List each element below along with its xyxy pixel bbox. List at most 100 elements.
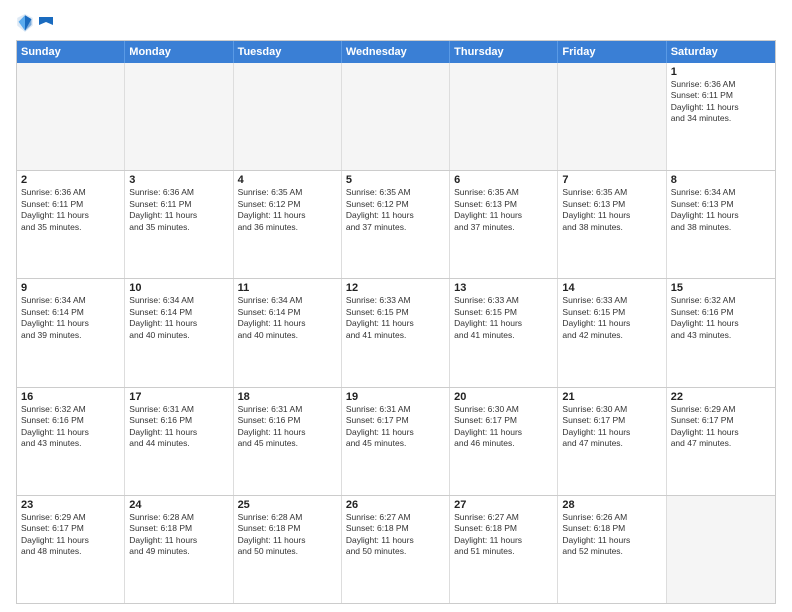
day-number: 3	[129, 174, 228, 186]
calendar-cell-w1-d1	[17, 63, 125, 170]
logo-text	[38, 17, 54, 29]
calendar-cell-w5-d5: 27Sunrise: 6:27 AM Sunset: 6:18 PM Dayli…	[450, 496, 558, 603]
calendar-cell-w3-d7: 15Sunrise: 6:32 AM Sunset: 6:16 PM Dayli…	[667, 279, 775, 386]
calendar-cell-w3-d6: 14Sunrise: 6:33 AM Sunset: 6:15 PM Dayli…	[558, 279, 666, 386]
day-number: 8	[671, 174, 771, 186]
day-info: Sunrise: 6:31 AM Sunset: 6:17 PM Dayligh…	[346, 404, 445, 450]
calendar-cell-w1-d6	[558, 63, 666, 170]
day-info: Sunrise: 6:28 AM Sunset: 6:18 PM Dayligh…	[129, 512, 228, 558]
calendar-cell-w5-d2: 24Sunrise: 6:28 AM Sunset: 6:18 PM Dayli…	[125, 496, 233, 603]
calendar-cell-w3-d4: 12Sunrise: 6:33 AM Sunset: 6:15 PM Dayli…	[342, 279, 450, 386]
day-info: Sunrise: 6:27 AM Sunset: 6:18 PM Dayligh…	[454, 512, 553, 558]
calendar-cell-w1-d7: 1Sunrise: 6:36 AM Sunset: 6:11 PM Daylig…	[667, 63, 775, 170]
day-info: Sunrise: 6:31 AM Sunset: 6:16 PM Dayligh…	[129, 404, 228, 450]
day-number: 24	[129, 499, 228, 511]
header-day-saturday: Saturday	[667, 41, 775, 63]
day-number: 12	[346, 282, 445, 294]
calendar-cell-w4-d7: 22Sunrise: 6:29 AM Sunset: 6:17 PM Dayli…	[667, 388, 775, 495]
day-number: 25	[238, 499, 337, 511]
day-info: Sunrise: 6:30 AM Sunset: 6:17 PM Dayligh…	[562, 404, 661, 450]
day-info: Sunrise: 6:30 AM Sunset: 6:17 PM Dayligh…	[454, 404, 553, 450]
day-number: 20	[454, 391, 553, 403]
header-day-thursday: Thursday	[450, 41, 558, 63]
day-info: Sunrise: 6:35 AM Sunset: 6:12 PM Dayligh…	[346, 187, 445, 233]
calendar-body: 1Sunrise: 6:36 AM Sunset: 6:11 PM Daylig…	[17, 63, 775, 603]
day-number: 13	[454, 282, 553, 294]
calendar-cell-w5-d4: 26Sunrise: 6:27 AM Sunset: 6:18 PM Dayli…	[342, 496, 450, 603]
day-info: Sunrise: 6:32 AM Sunset: 6:16 PM Dayligh…	[21, 404, 120, 450]
day-info: Sunrise: 6:31 AM Sunset: 6:16 PM Dayligh…	[238, 404, 337, 450]
day-number: 27	[454, 499, 553, 511]
day-number: 11	[238, 282, 337, 294]
calendar-cell-w4-d3: 18Sunrise: 6:31 AM Sunset: 6:16 PM Dayli…	[234, 388, 342, 495]
day-number: 14	[562, 282, 661, 294]
calendar-cell-w2-d3: 4Sunrise: 6:35 AM Sunset: 6:12 PM Daylig…	[234, 171, 342, 278]
calendar-cell-w4-d1: 16Sunrise: 6:32 AM Sunset: 6:16 PM Dayli…	[17, 388, 125, 495]
calendar-cell-w2-d4: 5Sunrise: 6:35 AM Sunset: 6:12 PM Daylig…	[342, 171, 450, 278]
calendar-cell-w1-d3	[234, 63, 342, 170]
day-number: 5	[346, 174, 445, 186]
day-number: 18	[238, 391, 337, 403]
calendar-cell-w2-d7: 8Sunrise: 6:34 AM Sunset: 6:13 PM Daylig…	[667, 171, 775, 278]
calendar-cell-w4-d4: 19Sunrise: 6:31 AM Sunset: 6:17 PM Dayli…	[342, 388, 450, 495]
calendar: SundayMondayTuesdayWednesdayThursdayFrid…	[16, 40, 776, 604]
calendar-cell-w5-d6: 28Sunrise: 6:26 AM Sunset: 6:18 PM Dayli…	[558, 496, 666, 603]
day-info: Sunrise: 6:34 AM Sunset: 6:13 PM Dayligh…	[671, 187, 771, 233]
calendar-cell-w4-d2: 17Sunrise: 6:31 AM Sunset: 6:16 PM Dayli…	[125, 388, 233, 495]
day-number: 10	[129, 282, 228, 294]
day-number: 4	[238, 174, 337, 186]
day-info: Sunrise: 6:34 AM Sunset: 6:14 PM Dayligh…	[129, 295, 228, 341]
calendar-cell-w1-d5	[450, 63, 558, 170]
day-number: 22	[671, 391, 771, 403]
day-info: Sunrise: 6:33 AM Sunset: 6:15 PM Dayligh…	[562, 295, 661, 341]
calendar-week-4: 16Sunrise: 6:32 AM Sunset: 6:16 PM Dayli…	[17, 388, 775, 496]
calendar-cell-w1-d4	[342, 63, 450, 170]
day-number: 15	[671, 282, 771, 294]
day-number: 9	[21, 282, 120, 294]
calendar-cell-w3-d2: 10Sunrise: 6:34 AM Sunset: 6:14 PM Dayli…	[125, 279, 233, 386]
day-number: 6	[454, 174, 553, 186]
day-info: Sunrise: 6:36 AM Sunset: 6:11 PM Dayligh…	[671, 79, 771, 125]
calendar-cell-w3-d3: 11Sunrise: 6:34 AM Sunset: 6:14 PM Dayli…	[234, 279, 342, 386]
day-info: Sunrise: 6:33 AM Sunset: 6:15 PM Dayligh…	[346, 295, 445, 341]
calendar-cell-w3-d1: 9Sunrise: 6:34 AM Sunset: 6:14 PM Daylig…	[17, 279, 125, 386]
day-info: Sunrise: 6:35 AM Sunset: 6:13 PM Dayligh…	[562, 187, 661, 233]
day-info: Sunrise: 6:35 AM Sunset: 6:13 PM Dayligh…	[454, 187, 553, 233]
day-number: 19	[346, 391, 445, 403]
logo	[16, 12, 54, 34]
calendar-cell-w5-d1: 23Sunrise: 6:29 AM Sunset: 6:17 PM Dayli…	[17, 496, 125, 603]
day-info: Sunrise: 6:26 AM Sunset: 6:18 PM Dayligh…	[562, 512, 661, 558]
day-info: Sunrise: 6:34 AM Sunset: 6:14 PM Dayligh…	[21, 295, 120, 341]
header-day-wednesday: Wednesday	[342, 41, 450, 63]
calendar-cell-w2-d5: 6Sunrise: 6:35 AM Sunset: 6:13 PM Daylig…	[450, 171, 558, 278]
header	[16, 12, 776, 34]
day-info: Sunrise: 6:29 AM Sunset: 6:17 PM Dayligh…	[21, 512, 120, 558]
day-info: Sunrise: 6:29 AM Sunset: 6:17 PM Dayligh…	[671, 404, 771, 450]
header-day-friday: Friday	[558, 41, 666, 63]
day-number: 1	[671, 66, 771, 78]
calendar-cell-w4-d6: 21Sunrise: 6:30 AM Sunset: 6:17 PM Dayli…	[558, 388, 666, 495]
calendar-week-3: 9Sunrise: 6:34 AM Sunset: 6:14 PM Daylig…	[17, 279, 775, 387]
header-day-monday: Monday	[125, 41, 233, 63]
day-info: Sunrise: 6:36 AM Sunset: 6:11 PM Dayligh…	[129, 187, 228, 233]
day-number: 23	[21, 499, 120, 511]
calendar-cell-w5-d7	[667, 496, 775, 603]
day-info: Sunrise: 6:36 AM Sunset: 6:11 PM Dayligh…	[21, 187, 120, 233]
header-day-tuesday: Tuesday	[234, 41, 342, 63]
day-number: 26	[346, 499, 445, 511]
calendar-cell-w5-d3: 25Sunrise: 6:28 AM Sunset: 6:18 PM Dayli…	[234, 496, 342, 603]
day-info: Sunrise: 6:34 AM Sunset: 6:14 PM Dayligh…	[238, 295, 337, 341]
calendar-cell-w2-d2: 3Sunrise: 6:36 AM Sunset: 6:11 PM Daylig…	[125, 171, 233, 278]
calendar-week-1: 1Sunrise: 6:36 AM Sunset: 6:11 PM Daylig…	[17, 63, 775, 171]
calendar-cell-w4-d5: 20Sunrise: 6:30 AM Sunset: 6:17 PM Dayli…	[450, 388, 558, 495]
logo-flag-icon	[39, 17, 53, 29]
page: SundayMondayTuesdayWednesdayThursdayFrid…	[0, 0, 792, 612]
day-number: 21	[562, 391, 661, 403]
day-info: Sunrise: 6:27 AM Sunset: 6:18 PM Dayligh…	[346, 512, 445, 558]
day-number: 17	[129, 391, 228, 403]
calendar-cell-w1-d2	[125, 63, 233, 170]
calendar-header-row: SundayMondayTuesdayWednesdayThursdayFrid…	[17, 41, 775, 63]
day-info: Sunrise: 6:32 AM Sunset: 6:16 PM Dayligh…	[671, 295, 771, 341]
day-number: 2	[21, 174, 120, 186]
header-day-sunday: Sunday	[17, 41, 125, 63]
